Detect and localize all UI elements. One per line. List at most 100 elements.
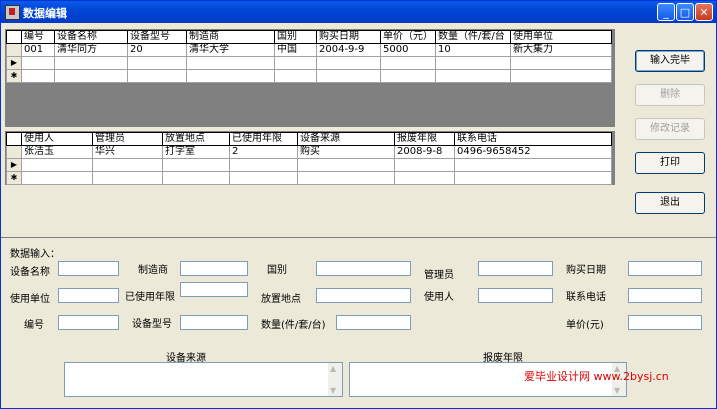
maximize-button[interactable]: □ bbox=[676, 3, 694, 21]
col-manufacturer[interactable]: 制造商 bbox=[186, 30, 275, 44]
cell[interactable] bbox=[127, 69, 187, 83]
cell[interactable] bbox=[435, 69, 511, 83]
years-used-input[interactable] bbox=[180, 282, 248, 297]
source-textarea[interactable]: ▲ ▼ bbox=[64, 362, 343, 397]
cell[interactable] bbox=[454, 171, 612, 185]
delete-button[interactable]: 删除 bbox=[635, 84, 705, 106]
col-purchase-date[interactable]: 购买日期 bbox=[316, 30, 381, 44]
cell[interactable] bbox=[454, 158, 612, 172]
cell[interactable] bbox=[435, 56, 511, 70]
modify-record-button[interactable]: 修改记录 bbox=[635, 118, 705, 140]
usage-grid[interactable]: 使用人 管理员 放置地点 已使用年限 设备来源 报废年限 联系电话 张洁玉 华兴… bbox=[5, 131, 615, 185]
col-source[interactable]: 设备来源 bbox=[297, 132, 395, 146]
new-row[interactable]: ✱ bbox=[6, 69, 612, 83]
cell[interactable] bbox=[162, 158, 230, 172]
col-country[interactable]: 国别 bbox=[274, 30, 317, 44]
cell[interactable]: 2008-9-8 bbox=[394, 145, 455, 159]
col-user-unit[interactable]: 使用单位 bbox=[510, 30, 612, 44]
minimize-button[interactable]: _ bbox=[657, 3, 675, 21]
new-row-asterisk-icon[interactable]: ✱ bbox=[6, 69, 22, 83]
model-input[interactable] bbox=[180, 315, 248, 330]
col-manager[interactable]: 管理员 bbox=[92, 132, 163, 146]
user-unit-input[interactable] bbox=[58, 288, 119, 303]
new-row-asterisk-icon[interactable]: ✱ bbox=[6, 171, 22, 185]
cell[interactable]: 打字室 bbox=[162, 145, 230, 159]
close-button[interactable]: ✕ bbox=[695, 3, 713, 21]
col-user[interactable]: 使用人 bbox=[21, 132, 93, 146]
table-row[interactable]: 001 清华同方 20 清华大学 中国 2004-9-9 5000 10 新大集… bbox=[6, 43, 612, 57]
cell[interactable] bbox=[394, 171, 455, 185]
price-input[interactable] bbox=[628, 315, 702, 330]
cell[interactable] bbox=[21, 69, 55, 83]
number-input[interactable] bbox=[58, 315, 119, 330]
cell[interactable]: 清华同方 bbox=[54, 43, 128, 57]
source-scrollbar[interactable]: ▲ ▼ bbox=[328, 363, 342, 396]
cell[interactable] bbox=[186, 56, 275, 70]
new-row[interactable]: ✱ bbox=[6, 171, 612, 185]
print-button[interactable]: 打印 bbox=[635, 152, 705, 174]
cell[interactable] bbox=[380, 69, 436, 83]
finish-input-button[interactable]: 输入完毕 bbox=[635, 50, 705, 72]
country-input[interactable] bbox=[316, 261, 411, 276]
cell[interactable] bbox=[316, 69, 381, 83]
cell[interactable]: 华兴 bbox=[92, 145, 163, 159]
cell[interactable] bbox=[394, 158, 455, 172]
cell[interactable]: 5000 bbox=[380, 43, 436, 57]
cell[interactable] bbox=[21, 171, 93, 185]
col-number[interactable]: 编号 bbox=[21, 30, 55, 44]
cell[interactable]: 新大集力 bbox=[510, 43, 612, 57]
user-input[interactable] bbox=[478, 288, 553, 303]
cell[interactable] bbox=[510, 69, 612, 83]
col-model[interactable]: 设备型号 bbox=[127, 30, 187, 44]
cell[interactable] bbox=[186, 69, 275, 83]
table-row[interactable]: ▶ bbox=[6, 158, 612, 172]
cell[interactable] bbox=[274, 69, 317, 83]
device-name-input[interactable] bbox=[58, 261, 119, 276]
current-row-arrow-icon[interactable]: ▶ bbox=[6, 56, 22, 70]
device-grid[interactable]: 编号 设备名称 设备型号 制造商 国别 购买日期 单价（元） 数量（件/套/台 … bbox=[5, 29, 615, 127]
cell[interactable]: 001 bbox=[21, 43, 55, 57]
cell[interactable] bbox=[274, 56, 317, 70]
cell[interactable] bbox=[316, 56, 381, 70]
col-device-name[interactable]: 设备名称 bbox=[54, 30, 128, 44]
current-row-arrow-icon[interactable]: ▶ bbox=[6, 158, 22, 172]
cell[interactable]: 清华大学 bbox=[186, 43, 275, 57]
cell[interactable] bbox=[127, 56, 187, 70]
purchase-date-input[interactable] bbox=[628, 261, 702, 276]
table-row[interactable]: 张洁玉 华兴 打字室 2 购买 2008-9-8 0496-9658452 bbox=[6, 145, 612, 159]
cell[interactable] bbox=[54, 69, 128, 83]
phone-input[interactable] bbox=[628, 288, 702, 303]
cell[interactable] bbox=[297, 171, 395, 185]
cell[interactable] bbox=[510, 56, 612, 70]
col-phone[interactable]: 联系电话 bbox=[454, 132, 612, 146]
col-scrap-years[interactable]: 报废年限 bbox=[394, 132, 455, 146]
col-quantity[interactable]: 数量（件/套/台 bbox=[435, 30, 511, 44]
cell[interactable] bbox=[229, 158, 298, 172]
cell[interactable] bbox=[229, 171, 298, 185]
manufacturer-input[interactable] bbox=[180, 261, 248, 276]
cell[interactable]: 张洁玉 bbox=[21, 145, 93, 159]
row-selector[interactable] bbox=[6, 43, 22, 57]
cell[interactable]: 2 bbox=[229, 145, 298, 159]
col-price[interactable]: 单价（元） bbox=[380, 30, 436, 44]
manager-input[interactable] bbox=[478, 261, 553, 276]
table-row[interactable]: ▶ bbox=[6, 56, 612, 70]
cell[interactable]: 10 bbox=[435, 43, 511, 57]
col-years-used[interactable]: 已使用年限 bbox=[229, 132, 298, 146]
col-location[interactable]: 放置地点 bbox=[162, 132, 230, 146]
cell[interactable] bbox=[21, 56, 55, 70]
location-input[interactable] bbox=[316, 288, 411, 303]
quantity-input[interactable] bbox=[336, 315, 411, 330]
cell[interactable] bbox=[92, 158, 163, 172]
cell[interactable]: 0496-9658452 bbox=[454, 145, 612, 159]
cell[interactable]: 购买 bbox=[297, 145, 395, 159]
exit-button[interactable]: 退出 bbox=[635, 192, 705, 214]
cell[interactable]: 2004-9-9 bbox=[316, 43, 381, 57]
cell[interactable] bbox=[380, 56, 436, 70]
cell[interactable]: 20 bbox=[127, 43, 187, 57]
cell[interactable] bbox=[92, 171, 163, 185]
cell[interactable]: 中国 bbox=[274, 43, 317, 57]
row-selector[interactable] bbox=[6, 145, 22, 159]
cell[interactable] bbox=[162, 171, 230, 185]
cell[interactable] bbox=[21, 158, 93, 172]
